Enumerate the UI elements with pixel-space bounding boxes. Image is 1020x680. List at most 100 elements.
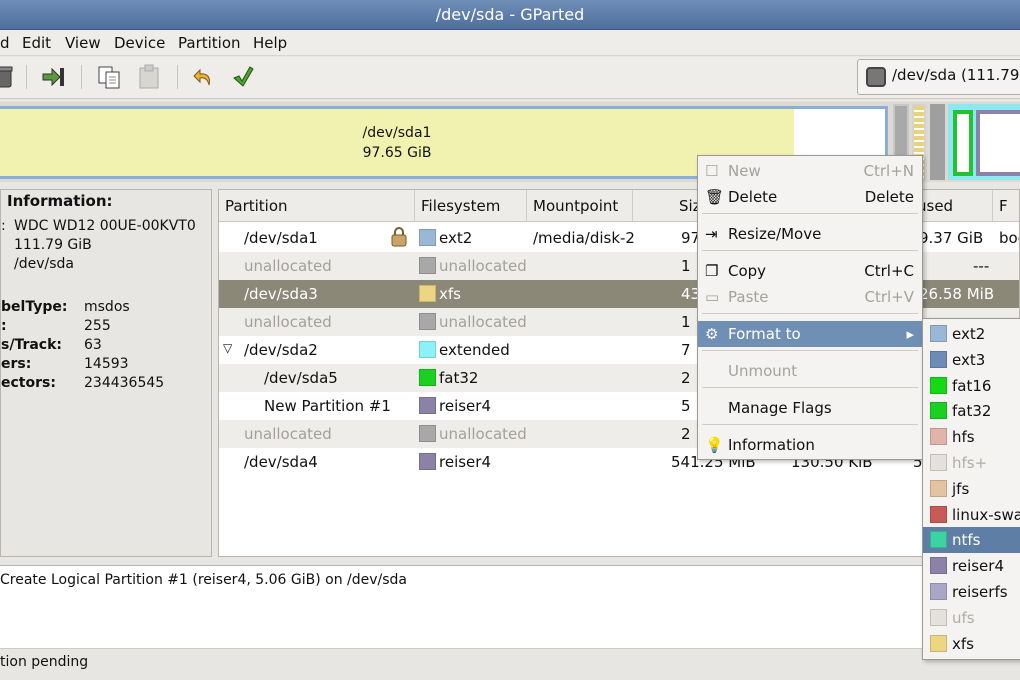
menu-item-resize-move[interactable]: ⇥ Resize/Move (698, 221, 922, 247)
info-heads: 255 (84, 318, 111, 334)
cell-filesystem: reiser4 (439, 453, 491, 471)
format-option-hfs[interactable]: hfs (923, 424, 1020, 450)
menu-device[interactable]: Device (114, 34, 165, 52)
copy-icon[interactable] (94, 63, 124, 91)
cell-filesystem: unallocated (439, 257, 527, 275)
toolbar-separator (26, 65, 27, 89)
diskmap-unallocated[interactable] (930, 104, 945, 180)
format-icon: ⚙ (705, 325, 719, 343)
menu-edit[interactable]: Edit (22, 34, 51, 52)
cell-size: 7 (681, 341, 691, 359)
info-size: 111.79 GiB (14, 237, 92, 253)
menu-view[interactable]: View (65, 34, 101, 52)
format-option-reiserfs[interactable]: reiserfs (923, 579, 1020, 605)
format-option-hfs[interactable]: hfs+ (923, 450, 1020, 476)
filesystem-color-swatch (419, 397, 436, 414)
menu-help[interactable]: Help (253, 34, 287, 52)
filesystem-color-swatch (930, 505, 947, 523)
menu-gparted[interactable]: d (0, 34, 10, 52)
cell-partition: unallocated (244, 313, 332, 331)
pending-operation[interactable]: Create Logical Partition #1 (reiser4, 5.… (0, 572, 407, 588)
filesystem-color-swatch (930, 634, 947, 652)
filesystem-color-swatch (930, 428, 947, 446)
diskmap-sda1-name: /dev/sda1 (362, 125, 432, 141)
cell-partition: /dev/sda1 (244, 229, 318, 247)
filesystem-color-swatch (419, 257, 436, 274)
cell-filesystem: ext2 (439, 229, 473, 247)
diskmap-new-partition[interactable] (976, 110, 1020, 176)
delete-icon[interactable] (0, 63, 18, 91)
information-icon: 💡 (705, 436, 724, 454)
cell-mountpoint: /media/disk-2 (533, 229, 635, 247)
filesystem-color-swatch (930, 325, 947, 342)
menu-item-new[interactable]: ☐ New Ctrl+N (698, 158, 922, 184)
filesystem-color-swatch (419, 313, 436, 330)
pending-operations: Create Logical Partition #1 (reiser4, 5.… (0, 565, 1020, 648)
cell-used: 26.58 MiB (919, 285, 995, 303)
harddisk-icon (866, 67, 886, 87)
copy-icon: ❐ (705, 262, 719, 280)
menu-item-unmount[interactable]: Unmount (698, 358, 922, 384)
cell-filesystem: fat32 (439, 369, 479, 387)
format-option-xfs[interactable]: xfs (923, 631, 1020, 657)
cell-size: 5 (681, 397, 691, 415)
filesystem-color-swatch (930, 531, 947, 549)
menu-separator (702, 250, 918, 251)
cell-partition: unallocated (244, 257, 332, 275)
filesystem-color-swatch (419, 425, 436, 442)
cell-filesystem: extended (439, 341, 510, 359)
undo-icon[interactable] (188, 63, 218, 91)
filesystem-color-swatch (930, 402, 947, 420)
cell-partition: /dev/sda3 (244, 285, 318, 303)
menu-item-paste[interactable]: ▭ Paste Ctrl+V (698, 284, 922, 310)
resize-move-icon[interactable] (39, 63, 69, 91)
header-filesystem[interactable]: Filesystem (415, 190, 527, 222)
menu-partition[interactable]: Partition (178, 34, 241, 52)
header-mountpoint[interactable]: Mountpoint (527, 190, 633, 222)
info-key: ectors: (1, 375, 56, 391)
format-option-linux-swap[interactable]: linux-swap (923, 502, 1020, 528)
header-partition[interactable]: Partition (219, 190, 415, 222)
menu-item-information[interactable]: 💡 Information (698, 432, 922, 458)
info-label-type: msdos (84, 299, 130, 315)
format-option-reiser4[interactable]: reiser4 (923, 553, 1020, 579)
filesystem-color-swatch (930, 376, 947, 394)
info-path: /dev/sda (14, 256, 74, 272)
lock-icon (391, 227, 407, 251)
cell-partition: unallocated (244, 425, 332, 443)
menu-item-copy[interactable]: ❐ Copy Ctrl+C (698, 258, 922, 284)
cell-partition: New Partition #1 (264, 397, 391, 415)
toolbar-separator (81, 65, 82, 89)
menu-item-delete[interactable]: 🗑 Delete Delete (698, 184, 922, 210)
filesystem-color-swatch (419, 369, 436, 386)
expander-icon[interactable]: ▽ (223, 341, 232, 355)
format-option-ufs[interactable]: ufs (923, 605, 1020, 631)
format-option-ext2[interactable]: ext2 (923, 321, 1020, 347)
info-key: : (1, 218, 6, 234)
format-option-ntfs[interactable]: ntfs (923, 527, 1020, 554)
menu-item-manage-flags[interactable]: Manage Flags (698, 395, 922, 421)
device-selector[interactable]: /dev/sda (111.79 (857, 59, 1020, 95)
format-option-jfs[interactable]: jfs (923, 476, 1020, 502)
diskmap-sda1-used: /dev/sda1 97.65 GiB (0, 109, 794, 176)
menu-separator (702, 424, 918, 425)
submenu-arrow-icon: ▸ (906, 325, 914, 343)
format-option-ext3[interactable]: ext3 (923, 347, 1020, 373)
header-flags[interactable]: F (993, 190, 1019, 222)
cell-filesystem: unallocated (439, 425, 527, 443)
info-key: belType: (1, 299, 68, 315)
paste-icon[interactable] (134, 63, 164, 91)
format-option-fat16[interactable]: fat16 (923, 373, 1020, 399)
diskmap-sda1-size: 97.65 GiB (362, 145, 432, 161)
apply-icon[interactable] (228, 63, 258, 91)
filesystem-color-swatch (930, 583, 947, 600)
menu-separator (702, 387, 918, 388)
cell-filesystem: unallocated (439, 313, 527, 331)
device-selector-label: /dev/sda (111.79 (892, 66, 1020, 84)
cell-size: 1 (681, 257, 691, 275)
diskmap-sda5[interactable] (953, 110, 973, 176)
delete-icon: 🗑 (705, 188, 725, 206)
menu-item-format-to[interactable]: ⚙ Format to ▸ (698, 321, 922, 347)
info-heading: Information: (7, 192, 113, 210)
format-option-fat32[interactable]: fat32 (923, 398, 1020, 424)
